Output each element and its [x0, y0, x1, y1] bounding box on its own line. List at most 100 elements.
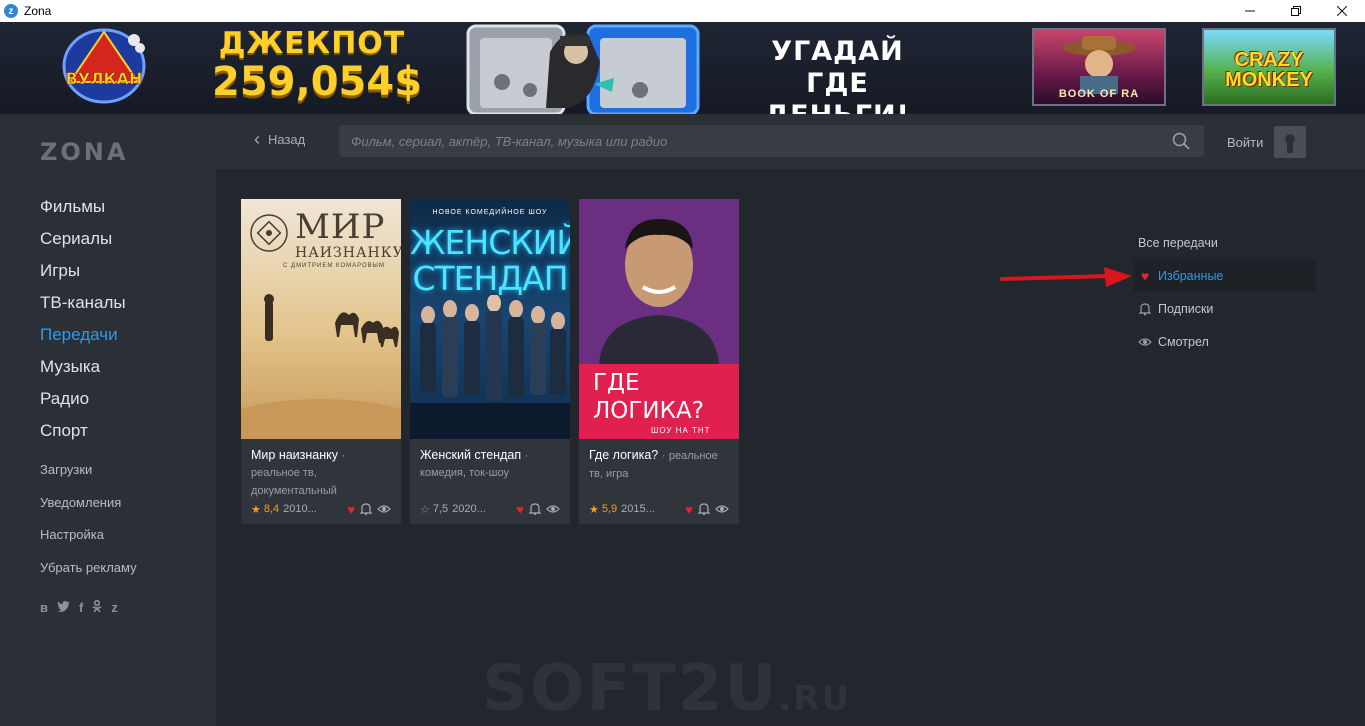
minimize-button[interactable]	[1227, 0, 1273, 22]
show-genre: реальное тв, документальный	[251, 467, 337, 497]
shows-filter-panel: Все передачи ♥ Избранные Подписки Смотре…	[1133, 226, 1316, 358]
show-actions: ♥	[516, 503, 560, 516]
shows-grid: МИР НАИЗНАНКУ С ДМИТРИЕМ КОМАРОВЫМ Мир н…	[241, 199, 739, 524]
guess-line-2: ГДЕ ДЕНЬГИ!	[765, 68, 909, 114]
poster-subtitle: НАИЗНАНКУ	[295, 245, 401, 261]
bell-icon[interactable]	[528, 503, 542, 515]
watermark: SOFT2U.RU	[482, 652, 851, 726]
nav-item-shows[interactable]: Передачи	[40, 324, 126, 356]
nav-item-remove-ads[interactable]: Убрать рекламу	[40, 560, 137, 593]
poster-title-line-1: ГДЕ	[593, 370, 640, 396]
show-title[interactable]: Мир наизнанку	[251, 448, 338, 462]
red-arrow-annotation	[1000, 267, 1132, 287]
secondary-nav: Загрузки Уведомления Настройка Убрать ре…	[40, 462, 137, 592]
avatar[interactable]	[1274, 126, 1306, 158]
show-title[interactable]: Где логика?	[589, 448, 658, 462]
poster-tag: НОВОЕ КОМЕДИЙНОЕ ШОУ	[432, 209, 548, 216]
filter-subscriptions[interactable]: Подписки	[1133, 292, 1316, 325]
show-rating: 8,4	[263, 503, 280, 515]
back-label: Назад	[268, 131, 306, 147]
user-silhouette-icon	[1285, 134, 1295, 153]
window-controls	[1227, 0, 1365, 22]
jackpot-title: ДЖЕКПОТ	[218, 26, 406, 61]
bell-icon[interactable]	[697, 503, 711, 515]
show-title[interactable]: Женский стендап	[420, 448, 521, 462]
vulkan-logo-text: ВУЛКАН	[66, 69, 143, 88]
minimize-icon	[1245, 10, 1255, 12]
comedians-group-illustration	[410, 295, 570, 439]
favorite-heart-icon[interactable]: ♥	[347, 503, 355, 516]
bell-icon[interactable]	[359, 503, 373, 515]
show-poster[interactable]: МИР НАИЗНАНКУ С ДМИТРИЕМ КОМАРОВЫМ	[241, 199, 401, 439]
vulkan-casino-logo: ВУЛКАН	[62, 28, 146, 104]
vk-icon[interactable]: в	[40, 600, 48, 616]
show-info: Женский стендап · комедия, ток-шоу	[410, 439, 570, 482]
search-icon[interactable]	[1172, 132, 1190, 150]
nav-item-downloads[interactable]: Загрузки	[40, 462, 137, 495]
filter-all-shows[interactable]: Все передачи	[1133, 226, 1316, 259]
bell-icon	[1138, 302, 1152, 315]
show-rating: 5,9	[601, 503, 618, 515]
filter-watched[interactable]: Смотрел	[1133, 325, 1316, 358]
nav-item-settings[interactable]: Настройка	[40, 527, 137, 560]
close-button[interactable]	[1319, 0, 1365, 22]
poster-title-line-2: ЛОГИКА?	[593, 398, 704, 424]
favorite-heart-icon[interactable]: ♥	[516, 503, 524, 516]
nav-item-movies[interactable]: Фильмы	[40, 196, 126, 228]
login-link[interactable]: Войти	[1227, 135, 1263, 150]
sidebar: ZONA Фильмы Сериалы Игры ТВ-каналы Перед…	[0, 114, 216, 726]
favorite-heart-icon[interactable]: ♥	[685, 503, 693, 516]
nav-item-tv-channels[interactable]: ТВ-каналы	[40, 292, 126, 324]
eye-icon[interactable]	[546, 503, 560, 515]
twitter-icon[interactable]	[57, 600, 70, 616]
show-card[interactable]: МИР НАИЗНАНКУ С ДМИТРИЕМ КОМАРОВЫМ Мир н…	[241, 199, 401, 524]
zona-logo[interactable]: ZONA	[40, 138, 128, 166]
show-card[interactable]: НОВОЕ КОМЕДИЙНОЕ ШОУ ЖЕНСКИЙ СТЕНДАП Жен…	[410, 199, 570, 524]
nav-item-music[interactable]: Музыка	[40, 356, 126, 388]
poster-subtitle-2: С ДМИТРИЕМ КОМАРОВЫМ	[283, 263, 385, 269]
poster-title: МИР	[295, 207, 386, 247]
show-year: 2010...	[283, 503, 317, 515]
title-separator: ·	[521, 448, 529, 462]
star-icon: ★	[251, 503, 261, 516]
filter-label: Подписки	[1158, 301, 1214, 316]
zona-app-icon: z	[4, 4, 18, 18]
jackpot-amount: 259,054$	[212, 59, 423, 105]
social-links: в f z	[40, 599, 118, 616]
restore-button[interactable]	[1273, 0, 1319, 22]
book-of-ra-title: BOOK OF RA	[1058, 88, 1140, 100]
poster-title-line-1: ЖЕНСКИЙ	[410, 223, 570, 262]
show-footer: ★ 5,9 2015... ♥	[589, 502, 729, 516]
odnoklassniki-icon[interactable]	[92, 599, 102, 616]
filter-favorites[interactable]: ♥ Избранные	[1133, 259, 1316, 292]
jackpot-block: ДЖЕКПОТ 259,054$	[212, 26, 423, 105]
nav-item-games[interactable]: Игры	[40, 260, 126, 292]
star-outline-icon: ☆	[420, 503, 430, 516]
search-input[interactable]	[339, 125, 1204, 157]
show-year: 2015...	[621, 503, 655, 515]
poster-title-line-2: СТЕНДАП	[412, 259, 568, 298]
nav-item-radio[interactable]: Радио	[40, 388, 126, 420]
crazy-monkey-line-1: CRAZY	[1234, 49, 1304, 71]
facebook-icon[interactable]: f	[79, 600, 83, 616]
main-nav: Фильмы Сериалы Игры ТВ-каналы Передачи М…	[40, 196, 126, 452]
filter-label: Все передачи	[1138, 235, 1218, 250]
book-of-ra-ad[interactable]: BOOK OF RA	[1032, 28, 1166, 106]
ad-banner[interactable]: ВУЛКАН ДЖЕКПОТ 259,054$ УГАДАЙ ГДЕ ДЕНЬГ…	[0, 22, 1365, 114]
nav-item-series[interactable]: Сериалы	[40, 228, 126, 260]
crazy-monkey-ad[interactable]: CRAZY MONKEY	[1202, 28, 1336, 106]
back-button[interactable]: ‹ Назад	[254, 130, 305, 148]
star-icon: ★	[589, 503, 599, 516]
eye-icon[interactable]	[715, 503, 729, 515]
heart-icon: ♥	[1140, 267, 1150, 284]
show-info: Мир наизнанку · реальное тв, документаль…	[241, 439, 401, 500]
show-poster[interactable]: НОВОЕ КОМЕДИЙНОЕ ШОУ ЖЕНСКИЙ СТЕНДАП	[410, 199, 570, 439]
eye-icon[interactable]	[377, 503, 391, 515]
nav-item-sport[interactable]: Спорт	[40, 420, 126, 452]
watermark-main: SOFT2U	[482, 652, 779, 726]
nav-item-notifications[interactable]: Уведомления	[40, 495, 137, 528]
zona-social-icon[interactable]: z	[111, 600, 118, 616]
show-card[interactable]: ГДЕ ЛОГИКА? ШОУ НА ТНТ Где логика? · реа…	[579, 199, 739, 524]
show-poster[interactable]: ГДЕ ЛОГИКА? ШОУ НА ТНТ	[579, 199, 739, 439]
show-year: 2020...	[452, 503, 486, 515]
